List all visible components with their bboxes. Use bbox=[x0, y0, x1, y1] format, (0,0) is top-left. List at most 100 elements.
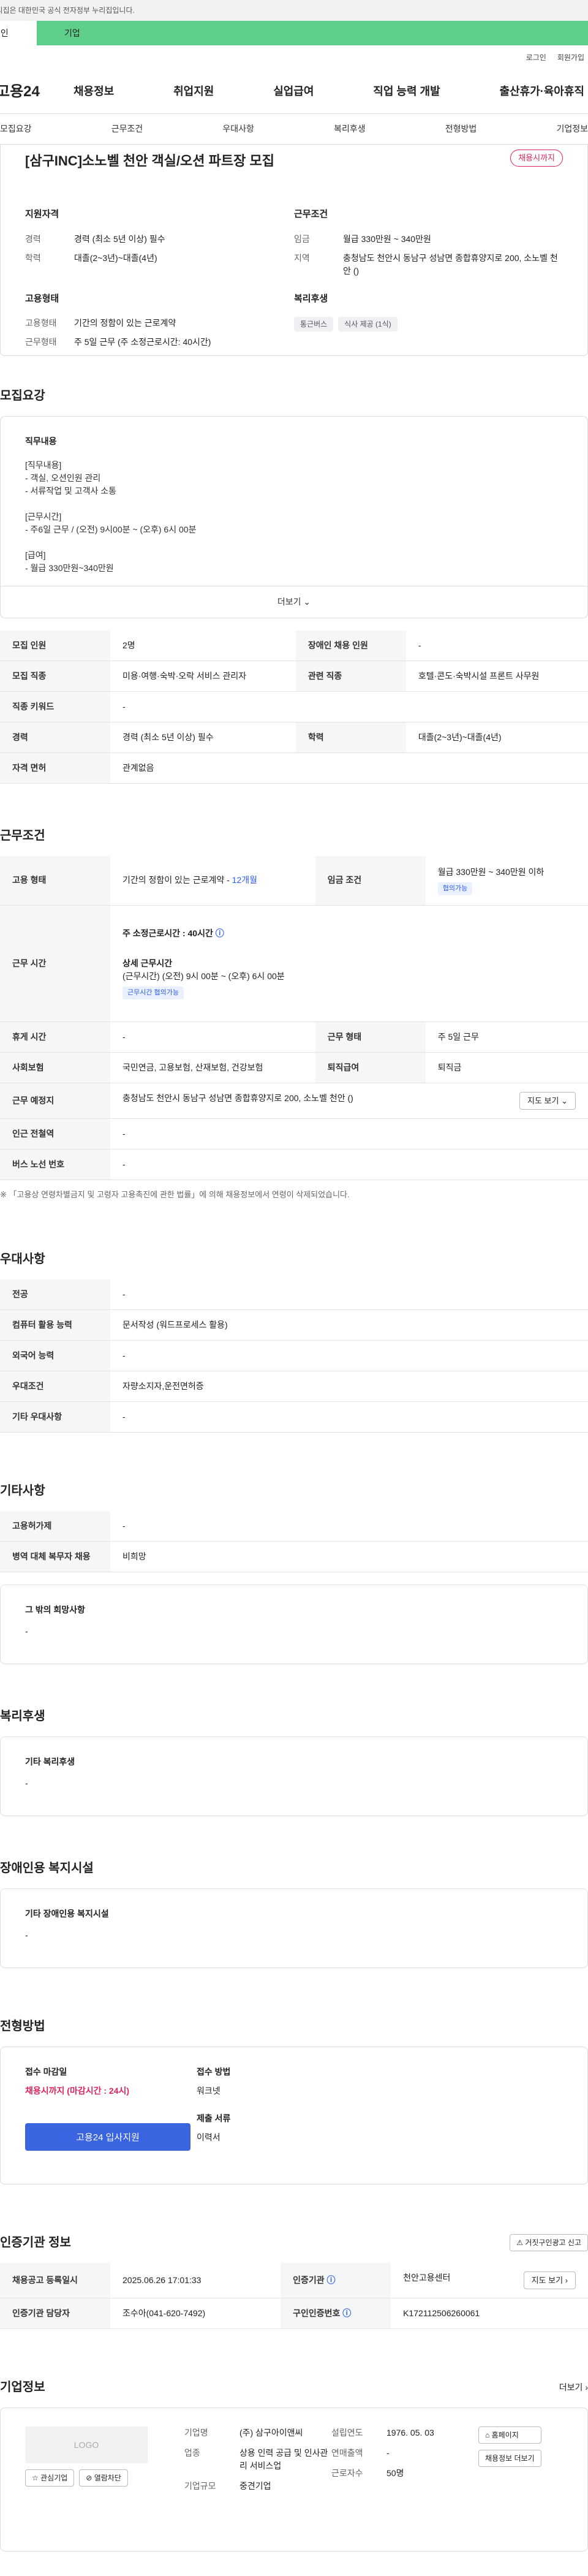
table-row: 우대조건 자량소지자,운전면허증 bbox=[0, 1371, 588, 1402]
duty-description-box: 직무내용 [직무내용] - 객실, 오션인원 관리 - 서류작업 및 고객사 소… bbox=[0, 416, 588, 618]
tab-individual[interactable]: 개인 bbox=[0, 21, 37, 45]
emp-type-months: 12개월 bbox=[232, 875, 258, 885]
emp-value: 주 5일 근무 (주 소정근로시간: 40시간) bbox=[74, 337, 211, 347]
duty-line: - 서류작업 및 고객사 소통 bbox=[25, 486, 117, 496]
map-view-button[interactable]: 지도 보기 ⌄ bbox=[519, 1091, 576, 1110]
cell-label: 인증기관 담당자 bbox=[0, 2298, 110, 2329]
info-icon[interactable]: ⓘ bbox=[327, 2275, 336, 2285]
method-label: 접수 방법 bbox=[197, 2066, 231, 2077]
disability-box: 기타 장애인용 복지시설 - bbox=[0, 1888, 588, 1968]
cell-value: 호텔·콘도·숙박시설 프론트 사무원 bbox=[405, 661, 588, 692]
apply-section-title: 전형방법 bbox=[0, 2019, 45, 2033]
cell-value: - bbox=[110, 1340, 588, 1371]
welfare-head: 기타 복리후생 bbox=[25, 1756, 75, 1767]
emp-type-text: 기간의 정함이 있는 근로계약 - bbox=[123, 875, 232, 885]
corp-box: LOGO ☆ 관심기업 ⊘ 열람차단 기업명 (주) 삼구아이앤씨 업종 상용 인력… bbox=[0, 2407, 588, 2551]
gnb-item-support[interactable]: 취업지원 bbox=[173, 83, 214, 100]
deadline-col: 접수 마감일 채용시까지 (마감시간 : 24시) 고용24 입사지원 bbox=[25, 2066, 197, 2165]
emp-label: 근무형태 bbox=[25, 337, 57, 347]
corp-value: - bbox=[386, 2448, 390, 2458]
gnb-item-unemployment[interactable]: 실업급여 bbox=[273, 83, 314, 100]
anchor-welfare[interactable]: 복리후생 bbox=[334, 123, 366, 135]
homepage-button[interactable]: ⌂ 홈페이지 bbox=[478, 2426, 541, 2444]
corp-more-label: 더보기 bbox=[559, 2382, 583, 2392]
cell-value: - bbox=[110, 1279, 588, 1310]
more-button[interactable]: 더보기 ⌄ bbox=[1, 586, 587, 618]
login-link[interactable]: 로그인 bbox=[526, 52, 546, 63]
cell-label: 경력 bbox=[0, 722, 110, 753]
page-bottom-spacer bbox=[0, 2551, 588, 2576]
info-icon[interactable]: ⓘ bbox=[342, 2308, 351, 2318]
welfare-section-title: 복리후생 bbox=[0, 1709, 45, 1723]
cell-label: 고용 형태 bbox=[0, 856, 110, 906]
anchor-conditions[interactable]: 근무조건 bbox=[111, 123, 143, 135]
more-jobs-button[interactable]: 채용정보 더보기 bbox=[478, 2450, 541, 2467]
anchor-corp[interactable]: 기업정보 bbox=[556, 123, 588, 135]
deadline-value: 채용시까지 (마감시간 : 24시) bbox=[25, 2085, 130, 2096]
corp-logo-area: LOGO ☆ 관심기업 ⊘ 열람차단 bbox=[25, 2426, 148, 2532]
anchor-preferred[interactable]: 우대사항 bbox=[222, 123, 254, 135]
table-row: 자격 면허 관계없음 bbox=[0, 752, 588, 784]
info-icon[interactable]: ⓘ bbox=[216, 928, 224, 938]
disability-value: - bbox=[25, 1930, 28, 1940]
cell-value: - bbox=[110, 1021, 315, 1053]
cell-label: 버스 노선 번호 bbox=[0, 1149, 110, 1180]
anchor-recruit[interactable]: 모집요강 bbox=[0, 123, 32, 135]
corp-label: 연매출액 bbox=[331, 2448, 363, 2458]
cell-value: - bbox=[405, 631, 588, 661]
qual-value: 경력 (최소 5년 이상) 필수 bbox=[74, 233, 165, 244]
signup-link[interactable]: 회원가입 bbox=[557, 52, 584, 63]
gnb-item-training[interactable]: 직업 능력 개발 bbox=[373, 83, 440, 100]
report-label: 거짓구인광고 신고 bbox=[525, 2238, 581, 2247]
site-logo[interactable]: 고용24 bbox=[0, 81, 74, 103]
map-view-label: 지도 보기 bbox=[527, 1096, 559, 1105]
wage-negotiable-badge: 협의가능 bbox=[437, 882, 473, 895]
cell-value: 문서작성 (워드프로세스 활용) bbox=[110, 1309, 588, 1341]
chevron-down-icon: ⌄ bbox=[561, 1096, 568, 1105]
welfare-tag: 식사 제공 (1식) bbox=[338, 317, 398, 331]
work-value: 월급 330만원 ~ 340만원 bbox=[343, 233, 431, 244]
map-view-label: 지도 보기 bbox=[531, 2275, 564, 2285]
table-row: 외국어 능력 - bbox=[0, 1340, 588, 1371]
table-row: 전공 - bbox=[0, 1279, 588, 1310]
gnb-item-jobs[interactable]: 채용정보 bbox=[74, 83, 114, 100]
anchor-apply[interactable]: 전형방법 bbox=[445, 123, 477, 135]
job-title: [삼구INC]소노벨 천안 객실/오션 파트장 모집 bbox=[25, 153, 274, 169]
block-button[interactable]: ⊘ 열람차단 bbox=[79, 2469, 128, 2487]
utility-links: 로그인 회원가입 bbox=[0, 45, 588, 70]
table-row: 경력 경력 (최소 5년 이상) 필수 학력 대졸(2~3년)~대졸(4년) bbox=[0, 722, 588, 753]
corp-label: 근로자수 bbox=[331, 2468, 363, 2478]
duty-line-spacer bbox=[25, 536, 563, 549]
work-condition-title: 근무조건 bbox=[294, 209, 328, 219]
place-text: 충청남도 천안시 동남구 성남면 종합휴양지로 200, 소노벨 천안 () bbox=[123, 1093, 353, 1103]
duty-line: [급여] bbox=[25, 550, 46, 560]
duty-line: - 월급 330만원~340만원 bbox=[25, 563, 114, 573]
duty-line: - 주6일 근무 / (오전) 9시00분 ~ (오후) 6시 00분 bbox=[25, 525, 197, 534]
cell-label: 근무 예정지 bbox=[0, 1083, 110, 1119]
map-view-button[interactable]: 지도 보기 › bbox=[523, 2271, 576, 2289]
recruit-table: 모집 인원 2명 장애인 채용 인원 - 모집 직종 미용·여행·숙박·오락 서비스 관… bbox=[0, 631, 588, 784]
qual-label: 학력 bbox=[25, 252, 41, 263]
cert-org-value: 천안고용센터 bbox=[403, 2272, 451, 2282]
emp-label: 고용형태 bbox=[25, 318, 57, 328]
cell-label: 인근 전철역 bbox=[0, 1118, 110, 1150]
cell-label: 사회보험 bbox=[0, 1052, 110, 1083]
hours-detail-head: 상세 근무시간 bbox=[123, 958, 173, 969]
gnb-item-leave[interactable]: 출산휴가·육아휴직 bbox=[500, 83, 584, 100]
table-row: 고용허가제 - bbox=[0, 1510, 588, 1542]
cell-label: 우대조건 bbox=[0, 1371, 110, 1402]
table-row: 인근 전철역 - bbox=[0, 1118, 588, 1150]
tab-corporate[interactable]: 기업 bbox=[37, 21, 588, 45]
cell-value: 주 5일 근무 bbox=[425, 1021, 588, 1053]
interest-button[interactable]: ☆ 관심기업 bbox=[25, 2469, 75, 2487]
welfare-tag: 통근버스 bbox=[294, 317, 334, 331]
corp-more-link[interactable]: 더보기 › bbox=[559, 2381, 588, 2394]
cell-value: 대졸(2~3년)~대졸(4년) bbox=[405, 722, 588, 753]
welfare-box: 기타 복리후생 - bbox=[0, 1736, 588, 1816]
duty-line: [근무시간] bbox=[25, 512, 62, 521]
qualification-section: 지원자격 경력 경력 (최소 5년 이상) 필수 학력 대졸(2~3년)~대졸(4년… bbox=[25, 208, 294, 284]
cert-header: 인증기관 정보 ⚠ 거짓구인광고 신고 bbox=[0, 2233, 588, 2252]
report-false-ad-button[interactable]: ⚠ 거짓구인광고 신고 bbox=[510, 2233, 588, 2251]
apply-button[interactable]: 고용24 입사지원 bbox=[25, 2123, 190, 2151]
work-label: 지역 bbox=[294, 252, 310, 263]
